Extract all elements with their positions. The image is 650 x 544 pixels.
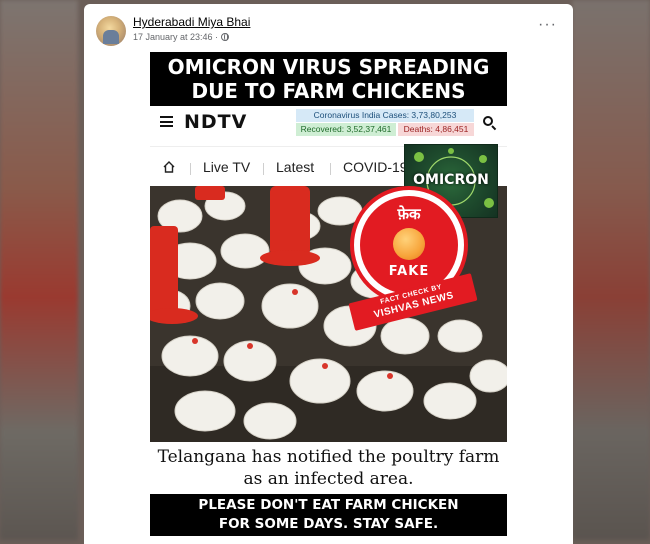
search-icon [483,116,493,126]
cases-counter: Coronavirus India Cases: 3,73,80,253 [296,109,474,122]
nav-item-latest: Latest [276,159,315,175]
globe-icon [221,33,230,41]
nav-separator [190,163,191,175]
nav-separator [263,163,264,175]
home-icon [163,161,175,173]
warning-banner: PLEASE DON'T EAT FARM CHICKEN FOR SOME D… [150,494,507,536]
warning-line-1: PLEASE DON'T EAT FARM CHICKEN [198,497,459,513]
post-author-link[interactable]: Hyderabadi Miya Bhai [133,15,250,29]
headline-banner: OMICRON VIRUS SPREADING DUE TO FARM CHIC… [150,52,507,106]
nav-separator [330,163,331,175]
post-meta: 17 January at 23:46 · [133,32,230,42]
caption-line-2: as an infected area. [243,469,414,489]
recovered-counter: Recovered: 3,52,37,461 [296,123,396,136]
sad-face-icon [393,228,425,260]
caption-line-1: Telangana has notified the poultry farm [157,447,500,467]
ndtv-logo: NDTV [184,111,248,133]
ellipsis-icon[interactable]: ··· [538,17,557,33]
nav-item-live-tv: Live TV [203,159,251,175]
facebook-post-card: Hyderabadi Miya Bhai 17 January at 23:46… [84,4,573,544]
post-timestamp[interactable]: 17 January at 23:46 · [133,32,218,42]
hamburger-menu-icon [160,116,173,127]
omicron-label: OMICRON [413,172,489,188]
headline-line-2: DUE TO FARM CHICKENS [191,79,466,103]
headline-line-1: OMICRON VIRUS SPREADING [167,55,490,79]
ndtv-header: NDTV Coronavirus India Cases: 3,73,80,25… [150,106,507,146]
warning-line-2: FOR SOME DAYS. STAY SAFE. [218,516,439,532]
avatar[interactable] [96,16,126,46]
caption: Telangana has notified the poultry farm … [150,442,507,494]
stamp-hindi-text: फ़ेक [397,205,421,223]
background-left [0,0,78,540]
nav-item-covid: COVID-19 [343,159,408,175]
stamp-fake-text: FAKE [388,264,430,279]
background-right [572,0,650,540]
deaths-counter: Deaths: 4,86,451 [398,123,474,136]
